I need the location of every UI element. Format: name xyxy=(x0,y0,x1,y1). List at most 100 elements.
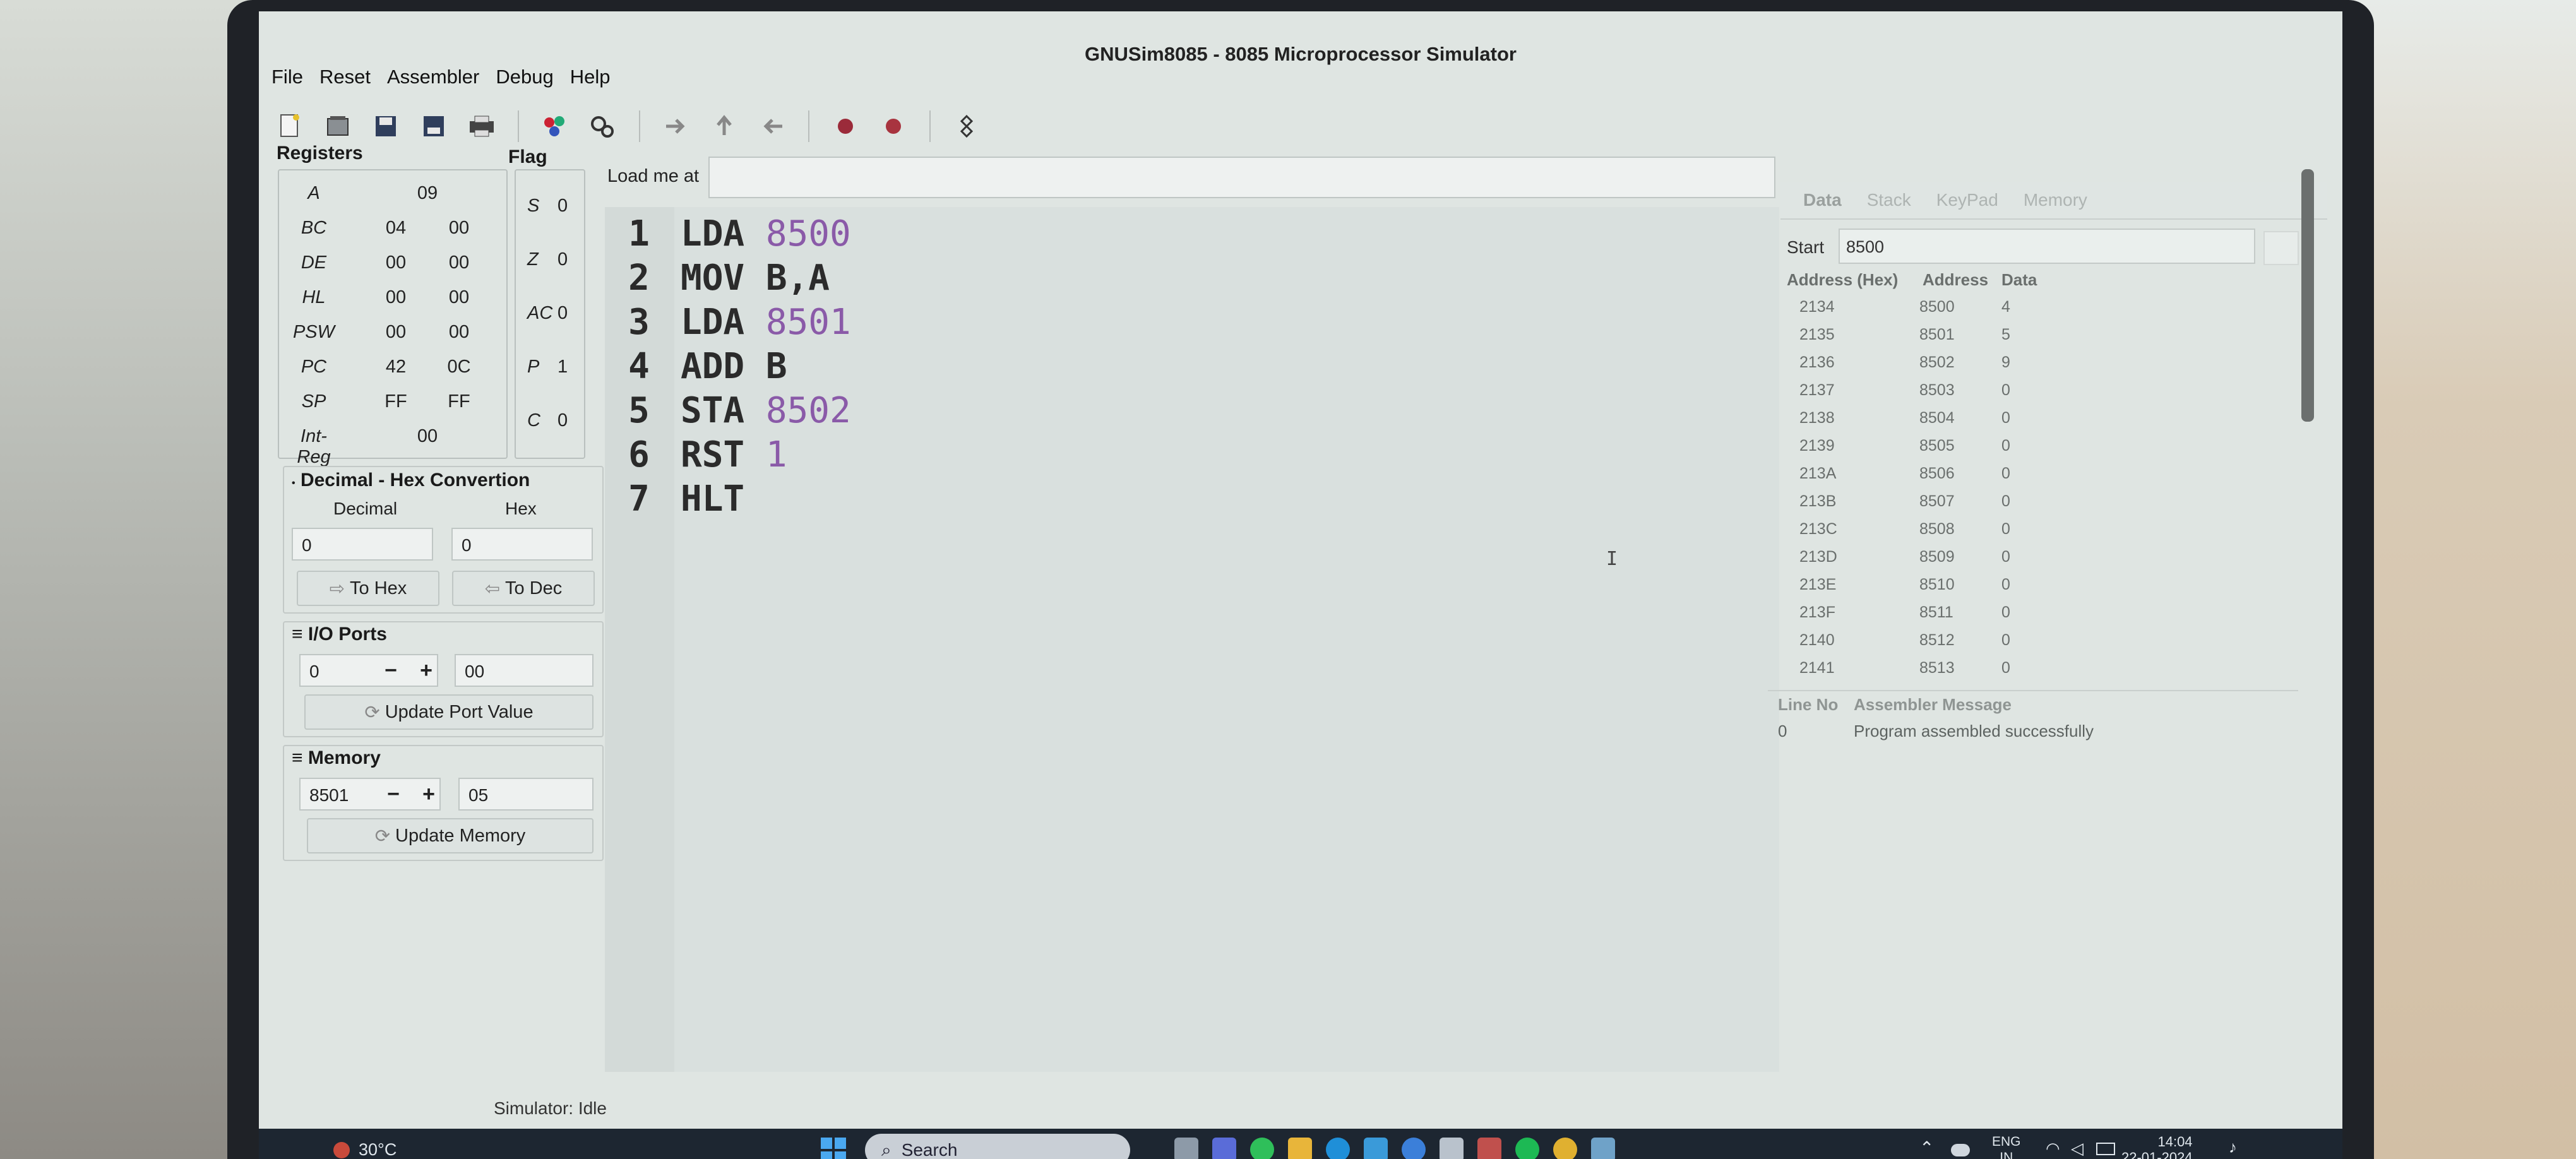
notification-bell-icon[interactable]: ♪ xyxy=(2229,1138,2237,1157)
start-go-button[interactable] xyxy=(2263,231,2299,265)
step-over-button[interactable] xyxy=(706,108,742,145)
menu-reset[interactable]: Reset xyxy=(319,61,371,91)
memory-table-row[interactable]: 213B 8507 0 xyxy=(1780,492,2305,520)
new-file-button[interactable] xyxy=(271,108,308,145)
data-cell: 9 xyxy=(2001,354,2010,371)
code-text: LDA 8500 xyxy=(681,212,851,256)
stop-button[interactable] xyxy=(948,108,985,145)
line-number: 3 xyxy=(628,302,650,343)
print-button[interactable] xyxy=(463,108,500,145)
memory-increment-button[interactable]: + xyxy=(410,778,447,811)
step-out-icon xyxy=(763,119,782,134)
to-dec-button[interactable]: ⇦ To Dec xyxy=(452,571,595,606)
assemble-button[interactable] xyxy=(537,108,573,145)
menu-help[interactable]: Help xyxy=(570,61,611,91)
start-button[interactable] xyxy=(820,1136,847,1159)
tab-keypad[interactable]: KeyPad xyxy=(1936,190,1998,210)
task-view-icon[interactable] xyxy=(1174,1138,1198,1159)
address-hex-cell: 2139 xyxy=(1799,437,1835,455)
register-name: Int-Reg xyxy=(297,426,331,467)
open-file-button[interactable] xyxy=(319,108,356,145)
memory-table-row[interactable]: 213A 8506 0 xyxy=(1780,465,2305,492)
memory-table-row[interactable]: 2138 8504 0 xyxy=(1780,409,2305,437)
register-low: FF xyxy=(448,391,470,412)
start-address-input[interactable]: 8500 xyxy=(1839,229,2255,264)
save-as-button[interactable] xyxy=(415,108,452,145)
chrome-icon[interactable] xyxy=(1553,1138,1577,1159)
help-icon[interactable] xyxy=(1402,1138,1426,1159)
memory-value-input[interactable]: 05 xyxy=(458,778,593,811)
register-high: 42 xyxy=(385,357,407,377)
simulator-app-icon[interactable] xyxy=(1591,1138,1615,1159)
weather-widget[interactable]: 30°C xyxy=(333,1140,397,1159)
flag-row-ac: AC 0 xyxy=(516,303,584,335)
search-placeholder: Search xyxy=(901,1140,958,1159)
memory-table-row[interactable]: 2134 8500 4 xyxy=(1780,298,2305,326)
address-hex-cell: 213A xyxy=(1799,465,1837,482)
memory-table-row[interactable]: 213E 8510 0 xyxy=(1780,576,2305,603)
port-decrement-button[interactable]: − xyxy=(373,654,409,687)
open-file-icon xyxy=(327,116,349,136)
memory-table-row[interactable]: 213D 8509 0 xyxy=(1780,548,2305,576)
tab-memory[interactable]: Memory xyxy=(2024,190,2087,210)
save-button[interactable] xyxy=(367,108,404,145)
update-port-button[interactable]: ⟳ Update Port Value xyxy=(304,694,593,730)
flag-row-c: C 0 xyxy=(516,410,584,442)
tab-stack[interactable]: Stack xyxy=(1867,190,1911,210)
update-memory-button[interactable]: ⟳ Update Memory xyxy=(307,818,593,853)
address-cell: 8512 xyxy=(1919,631,1955,649)
data-cell: 0 xyxy=(2001,659,2010,677)
clear-breakpoints-button[interactable] xyxy=(875,108,912,145)
whatsapp-icon[interactable] xyxy=(1250,1138,1274,1159)
load-address-input[interactable] xyxy=(708,157,1775,198)
line-number: 2 xyxy=(628,258,650,299)
edge-icon[interactable] xyxy=(1326,1138,1350,1159)
memory-table-row[interactable]: 2136 8502 9 xyxy=(1780,354,2305,381)
language-indicator[interactable]: ENG IN xyxy=(1992,1134,2021,1159)
registers-panel: A 09 BC 04 00 DE 00 00 HL 00 00 PSW 00 0… xyxy=(278,169,508,467)
app-icon[interactable] xyxy=(1477,1138,1501,1159)
right-pane-scrollbar[interactable] xyxy=(2301,169,2314,422)
step-in-button[interactable] xyxy=(658,108,695,145)
memory-table-row[interactable]: 2141 8513 0 xyxy=(1780,659,2305,687)
memory-table-row[interactable]: 2139 8505 0 xyxy=(1780,437,2305,465)
menu-assembler[interactable]: Assembler xyxy=(387,61,479,91)
memory-table-row[interactable]: 2137 8503 0 xyxy=(1780,381,2305,409)
toolbar xyxy=(271,104,985,149)
photos-icon[interactable] xyxy=(1364,1138,1388,1159)
decimal-input[interactable]: 0 xyxy=(292,528,433,561)
wifi-icon[interactable]: ◠ xyxy=(2046,1139,2060,1158)
meet-icon[interactable] xyxy=(1212,1138,1236,1159)
file-explorer-icon[interactable] xyxy=(1288,1138,1312,1159)
menu-file[interactable]: File xyxy=(271,61,303,91)
hex-input[interactable]: 0 xyxy=(451,528,593,561)
data-cell: 0 xyxy=(2001,409,2010,427)
store-icon[interactable] xyxy=(1440,1138,1464,1159)
to-hex-button[interactable]: ⇨ To Hex xyxy=(297,571,439,606)
clock[interactable]: 14:04 22-01-2024 xyxy=(2121,1134,2193,1159)
port-value-input[interactable]: 00 xyxy=(455,654,593,687)
memory-table-row[interactable]: 213F 8511 0 xyxy=(1780,603,2305,631)
tray-chevron-icon[interactable]: ⌃ xyxy=(1919,1138,1934,1158)
menu-debug[interactable]: Debug xyxy=(496,61,553,91)
converter-title-text: Decimal - Hex Convertion xyxy=(300,470,530,490)
cloud-icon[interactable] xyxy=(1951,1144,1970,1156)
data-cell: 0 xyxy=(2001,576,2010,593)
execute-button[interactable] xyxy=(585,108,621,145)
text-cursor-icon: I xyxy=(1606,548,1618,570)
step-out-button[interactable] xyxy=(754,108,790,145)
volume-icon[interactable]: ◁ xyxy=(2071,1139,2084,1158)
memory-table-row[interactable]: 2135 8501 5 xyxy=(1780,326,2305,354)
tab-data[interactable]: Data xyxy=(1803,190,1842,210)
memory-table-row[interactable]: 213C 8508 0 xyxy=(1780,520,2305,548)
memory-table-row[interactable]: 2140 8512 0 xyxy=(1780,631,2305,659)
register-high: 04 xyxy=(385,218,407,238)
register-row-sp: SP FF FF xyxy=(279,391,506,423)
port-increment-button[interactable]: + xyxy=(408,654,444,687)
battery-icon[interactable] xyxy=(2096,1143,2115,1155)
code-editor[interactable]: 1 LDA 8500 2 MOV B,A 3 LDA 8501 4 ADD B … xyxy=(605,207,1779,1072)
spotify-icon[interactable] xyxy=(1515,1138,1539,1159)
memory-decrement-button[interactable]: − xyxy=(375,778,412,811)
breakpoint-button[interactable] xyxy=(827,108,864,145)
taskbar-search[interactable]: ⌕ Search xyxy=(865,1134,1130,1159)
